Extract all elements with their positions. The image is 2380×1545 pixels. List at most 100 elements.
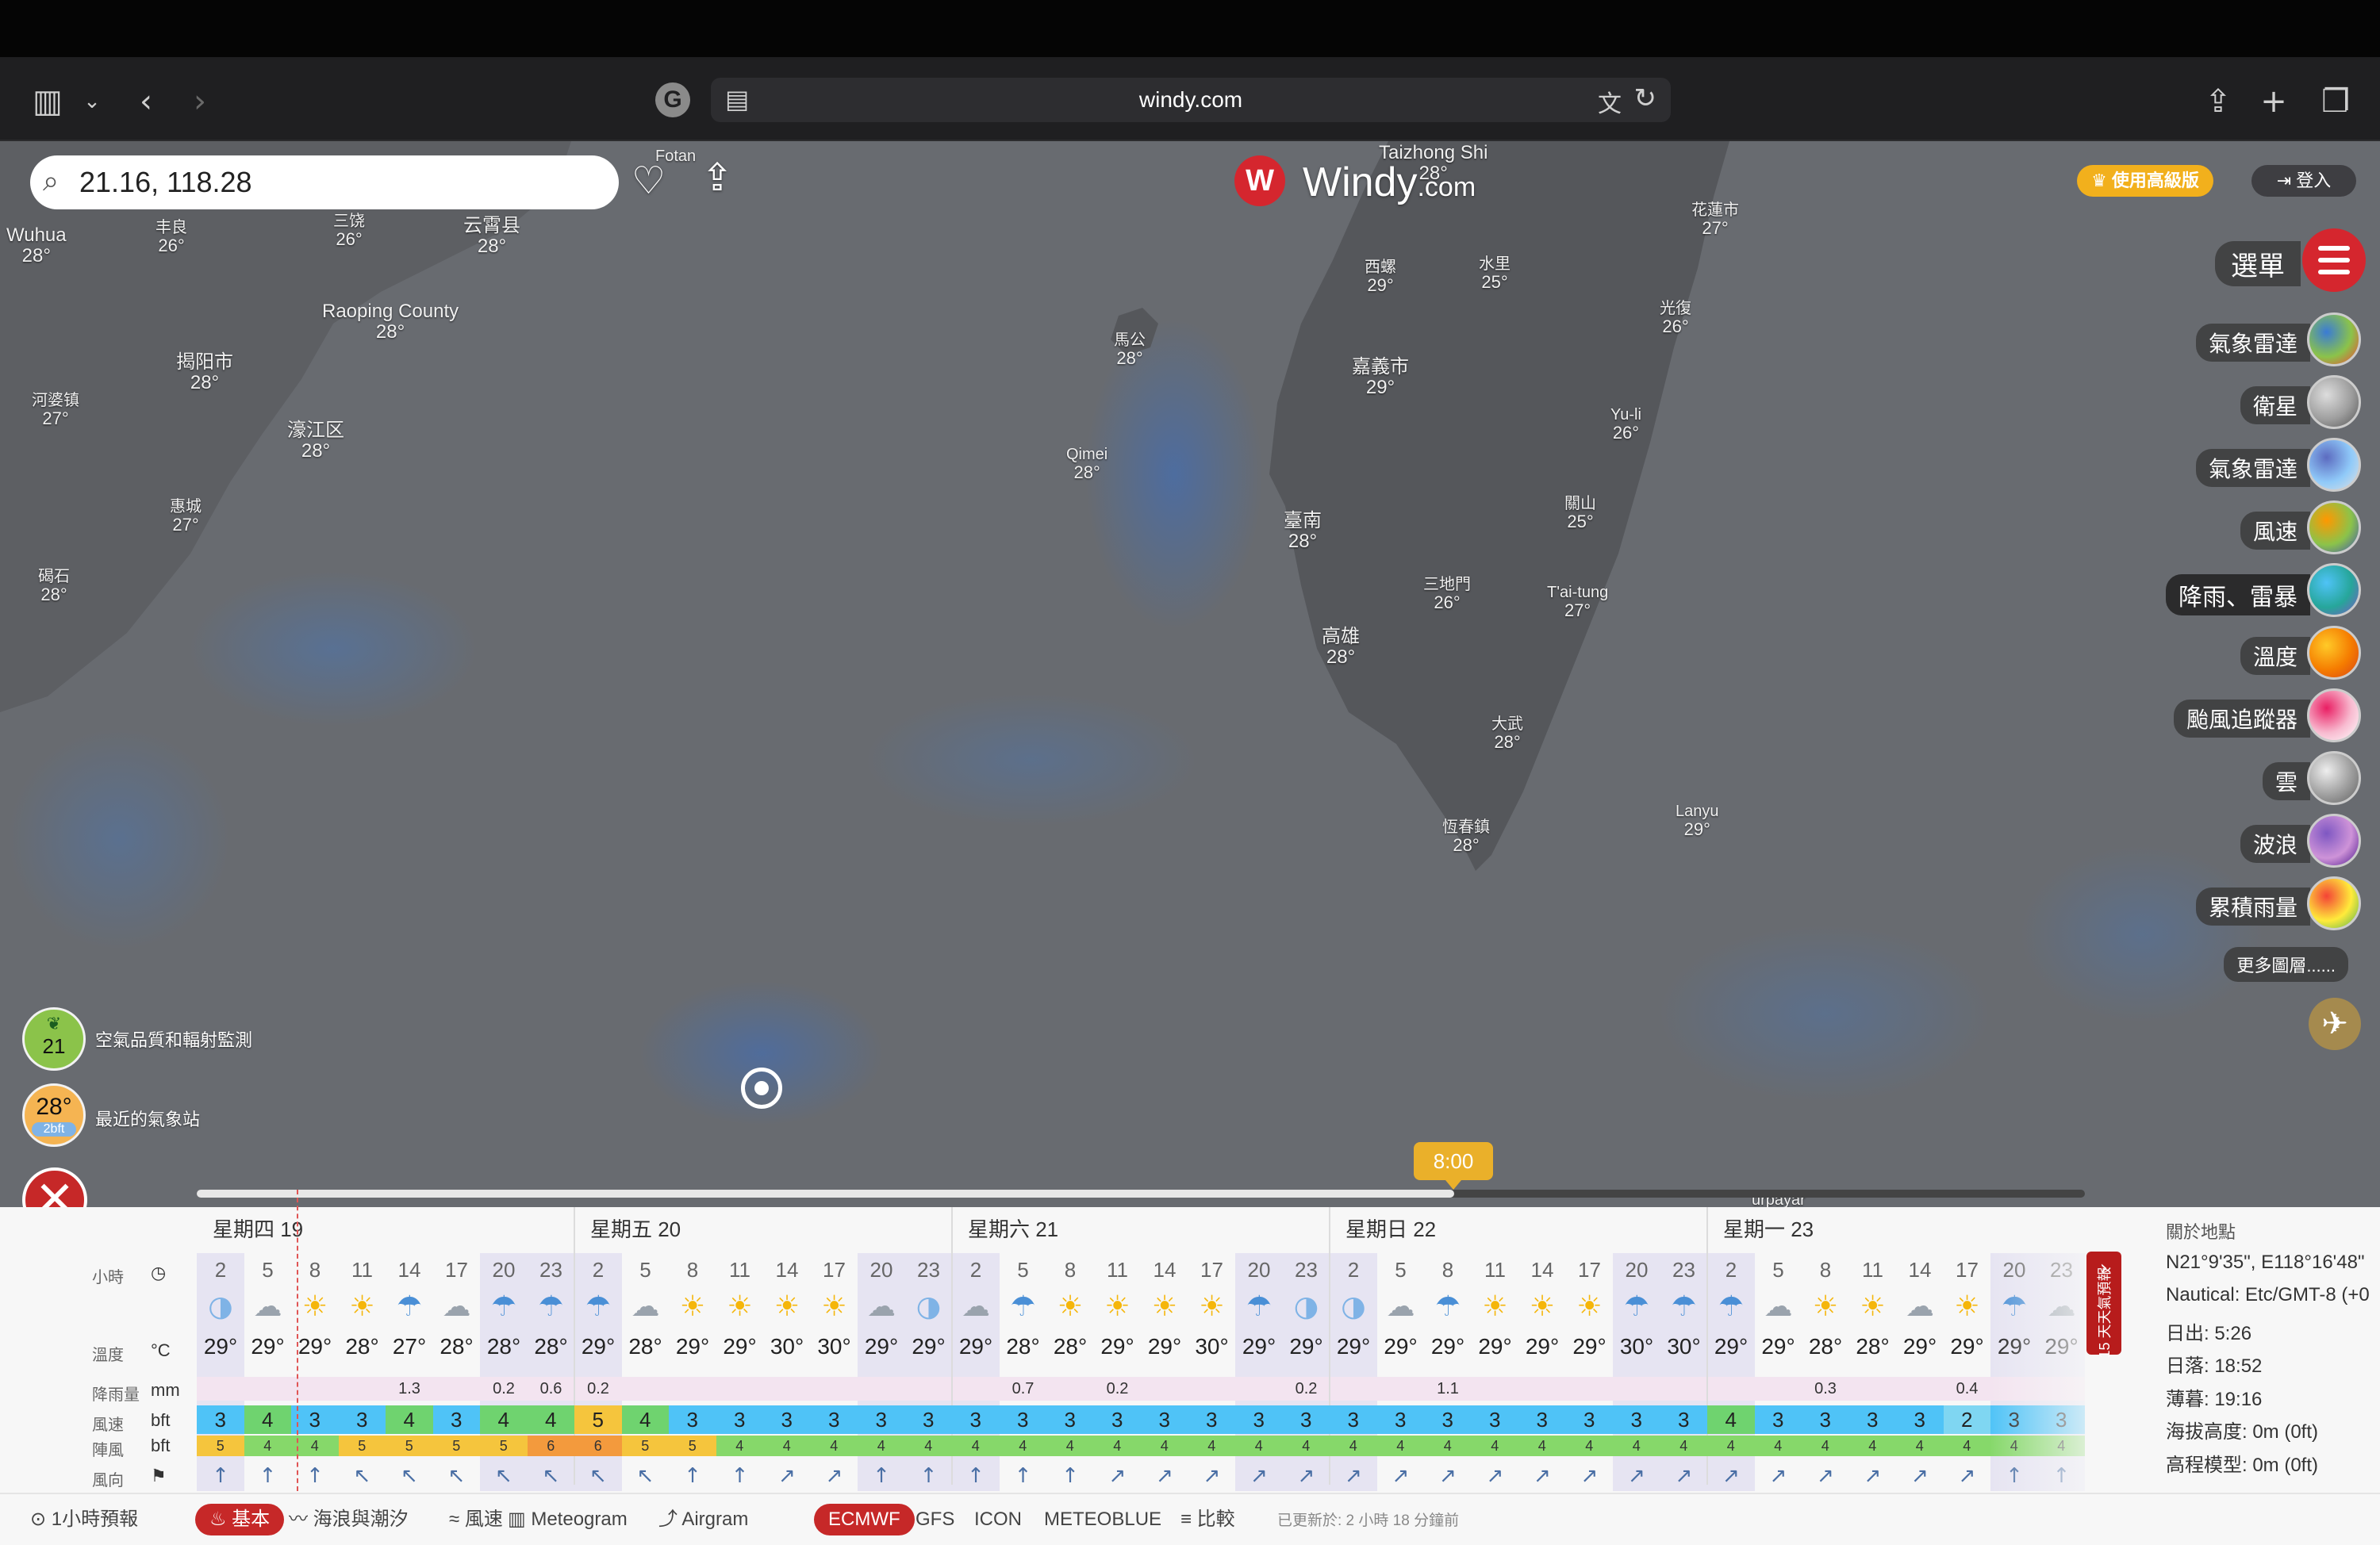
weather-station-label[interactable]: 最近的氣象站 — [95, 1106, 200, 1131]
hour-cell: 14 — [775, 1258, 799, 1282]
tabs-icon[interactable]: ❐ — [2317, 82, 2355, 121]
layer-label: 衛星 — [2240, 386, 2310, 424]
layer-label: 溫度 — [2240, 637, 2310, 675]
city-temp: 27° — [172, 515, 199, 535]
city-name: 揭阳市 — [176, 351, 233, 373]
day-header: 星期四 19 — [213, 1217, 304, 1241]
sidebar-icon[interactable]: ▥ — [29, 82, 67, 121]
hour-cell: 11 — [1484, 1258, 1506, 1282]
chevron-down-icon[interactable]: ⌄ — [73, 82, 111, 121]
address-bar[interactable]: ▤ windy.com 文 ↻ — [711, 78, 1671, 122]
weather-icon: ◑ — [208, 1290, 233, 1323]
wind-direction-icon: ↗ — [1486, 1464, 1504, 1488]
forecast-tab[interactable]: ≈ 風速 — [449, 1504, 503, 1535]
forecast-tab[interactable]: METEOBLUE — [1044, 1504, 1161, 1535]
layer-item[interactable]: 氣象雷達 — [2044, 312, 2361, 366]
weather-icon: ☂ — [1246, 1290, 1273, 1323]
hour-cell: 8 — [1064, 1258, 1077, 1282]
wind-cell: 3 — [1896, 1405, 1944, 1434]
wind-cell: 3 — [1613, 1405, 1660, 1434]
share-location-icon[interactable]: ⇪ — [701, 155, 733, 200]
wind-direction-icon: ↖ — [589, 1464, 607, 1488]
timeline-handle[interactable]: 8:00 — [1414, 1142, 1493, 1190]
translate-icon[interactable]: 文 — [1598, 84, 1622, 119]
airplane-icon[interactable]: ✈ — [2309, 998, 2361, 1050]
forecast-tab[interactable]: ▥ Meteogram — [508, 1504, 628, 1535]
weather-icon: ☀ — [1954, 1290, 1980, 1323]
layer-item[interactable]: 溫度 — [2044, 626, 2361, 680]
location-info-line: Nautical: Etc/GMT-8 (+0 — [2166, 1284, 2370, 1305]
forecast-tab[interactable]: ♨ 基本 — [195, 1504, 285, 1535]
share-icon[interactable]: ⇪ — [2199, 82, 2237, 121]
row-unit-hours: ◷ — [151, 1263, 167, 1282]
reload-icon[interactable]: ↻ — [1634, 82, 1657, 114]
wind-cell: 3 — [432, 1405, 480, 1434]
temp-cell: 29° — [958, 1334, 993, 1359]
15-day-forecast-tab[interactable]: › 15 天天氣預報 — [2086, 1252, 2121, 1359]
wind-cell: 3 — [1330, 1405, 1377, 1434]
city-name: 恆春鎮 — [1442, 819, 1490, 836]
grammarly-icon[interactable]: G — [655, 82, 690, 117]
city-label: 揭阳市 28° — [176, 351, 233, 394]
forecast-tab[interactable]: ICON — [974, 1504, 1022, 1535]
air-quality-label[interactable]: 空氣品質和輻射監測 — [95, 1026, 252, 1052]
hamburger-icon[interactable] — [2302, 228, 2366, 292]
login-button[interactable]: ⇥ 登入 — [2251, 165, 2356, 197]
temp-cell: 28° — [440, 1334, 474, 1359]
gust-cell: 4 — [1613, 1436, 1660, 1456]
layer-item[interactable]: 雲 — [2044, 751, 2361, 805]
more-layers-button[interactable]: 更多圖層...... — [2224, 947, 2348, 982]
layer-item[interactable]: 降雨、雷暴 — [2044, 563, 2361, 617]
city-temp: 28° — [301, 440, 331, 462]
updated-text: 已更新於: 2 小時 18 分鐘前 — [1277, 1512, 1460, 1529]
premium-button[interactable]: ♛ 使用高級版 — [2077, 165, 2213, 197]
temp-cell: 29° — [1147, 1334, 1182, 1359]
forecast-tab[interactable]: 〰 海浪與潮汐 — [289, 1504, 409, 1535]
temp-cell: 29° — [1714, 1334, 1749, 1359]
layer-label: 累積雨量 — [2195, 888, 2310, 926]
row-label-hours: 小時 — [92, 1269, 124, 1286]
city-label: 河婆镇 27° — [32, 392, 79, 428]
hour-cell: 14 — [1908, 1258, 1932, 1282]
city-temp: 28° — [1494, 732, 1521, 752]
weather-station-badge[interactable]: 28° 2bft — [22, 1083, 86, 1147]
layer-thumbnail-icon — [2307, 500, 2361, 554]
wind-cell: 3 — [1848, 1405, 1896, 1434]
temp-cell: 30° — [1667, 1334, 1701, 1359]
city-temp: 28° — [1116, 348, 1143, 368]
location-marker-icon[interactable] — [741, 1068, 782, 1109]
forecast-tab[interactable]: ⊙ 1小時預報 — [30, 1504, 138, 1535]
timeline-slider[interactable] — [197, 1190, 2085, 1198]
favorite-heart-icon[interactable]: ♡ — [631, 159, 666, 203]
city-label: 恆春鎮 28° — [1442, 819, 1490, 855]
temp-cell: 28° — [534, 1334, 568, 1359]
layer-item[interactable]: 氣象雷達 — [2044, 438, 2361, 492]
city-label: Wuhua 28° — [6, 224, 67, 267]
hour-cell: 8 — [1819, 1258, 1832, 1282]
search-input[interactable] — [79, 162, 603, 203]
gust-cell: 4 — [1565, 1436, 1613, 1456]
temp-cell: 29° — [1430, 1334, 1465, 1359]
wind-cell: 3 — [1424, 1405, 1472, 1434]
forecast-tab[interactable]: ECMWF — [814, 1504, 915, 1535]
forecast-tab[interactable]: ≡ 比較 — [1180, 1504, 1235, 1535]
layer-item[interactable]: 累積雨量 — [2044, 876, 2361, 930]
forecast-tab[interactable]: ⤴ Airgram — [658, 1504, 748, 1535]
forecast-tab[interactable]: GFS — [916, 1504, 954, 1535]
layer-thumbnail-icon — [2307, 876, 2361, 930]
forward-icon[interactable]: › — [181, 82, 219, 121]
row-unit-gust: bft — [151, 1436, 171, 1455]
search-bar[interactable]: ⌕ — [30, 155, 619, 209]
layer-item[interactable]: 波浪 — [2044, 814, 2361, 868]
temp-cell: 29° — [203, 1334, 238, 1359]
layer-item[interactable]: 衛星 — [2044, 375, 2361, 429]
temp-cell: 28° — [345, 1334, 379, 1359]
gust-cell: 4 — [999, 1436, 1046, 1456]
weather-icon: ☂ — [1718, 1290, 1745, 1323]
layer-item[interactable]: 颱風追蹤器 — [2044, 688, 2361, 742]
new-tab-icon[interactable]: + — [2255, 82, 2293, 121]
air-quality-badge[interactable]: ❦ 21 — [22, 1007, 86, 1071]
back-icon[interactable]: ‹ — [127, 82, 165, 121]
layer-item[interactable]: 風速 — [2044, 500, 2361, 554]
gust-cell: 6 — [574, 1436, 622, 1456]
